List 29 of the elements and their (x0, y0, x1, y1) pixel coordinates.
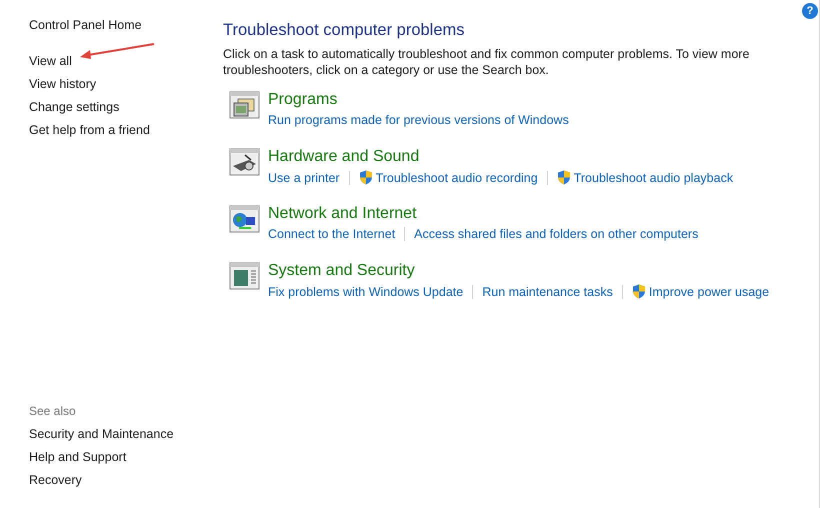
sidebar-link[interactable]: View all (29, 50, 72, 73)
task-link[interactable]: Fix problems with Windows Update (268, 284, 464, 298)
sidebar-link[interactable]: Security and Maintenance (29, 423, 174, 446)
printer-icon[interactable] (229, 148, 260, 176)
category-link[interactable]: Hardware and Sound (268, 147, 734, 167)
description-text: Click on a task to automatically troubleshoot and fix common computer problems. To view more troubleshooters, click on a category or use the Search box. (223, 46, 750, 78)
sidebar-link[interactable]: Get help from a friend (29, 119, 150, 142)
task-link[interactable]: Access shared files and folders on other computers (414, 227, 698, 241)
task-link[interactable]: Use a printer (268, 170, 340, 184)
task-link[interactable]: Connect to the Internet (268, 227, 396, 241)
category-link[interactable]: Network and Internet (268, 204, 698, 224)
category-link[interactable]: Programs (268, 90, 569, 110)
sidebar-link[interactable]: Recovery (29, 469, 82, 492)
sidebar-link[interactable]: Change settings (29, 96, 120, 119)
programs-window-icon[interactable] (229, 91, 260, 119)
task-link[interactable]: Troubleshoot audio recording (358, 170, 538, 185)
sidebar-link[interactable]: Control Panel Home (29, 14, 142, 37)
see-also-heading: See also (29, 403, 77, 420)
task-link[interactable]: Improve power usage (632, 284, 770, 299)
task-link[interactable]: Run maintenance tasks (482, 284, 613, 298)
system-window-icon[interactable] (229, 262, 260, 290)
task-link[interactable]: Run programs made for previous versions of Windows (268, 113, 569, 127)
help-button[interactable]: ? (802, 3, 818, 19)
sidebar-link[interactable]: Help and Support (29, 446, 126, 469)
category-link[interactable]: System and Security (268, 261, 770, 281)
sidebar-link[interactable]: View history (29, 73, 96, 96)
page-title: Troubleshoot computer problems (223, 21, 466, 40)
task-link[interactable]: Troubleshoot audio playback (556, 170, 734, 185)
globe-network-icon[interactable] (229, 205, 260, 233)
